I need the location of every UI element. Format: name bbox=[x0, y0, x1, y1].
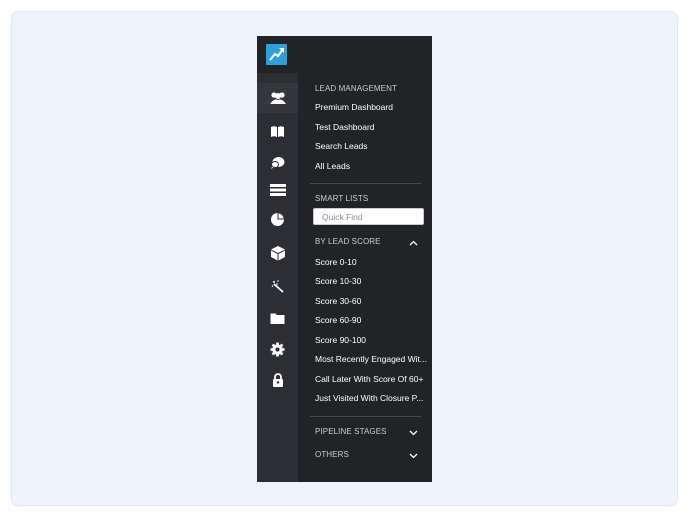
book-icon bbox=[271, 125, 284, 137]
list-item-score-0-10[interactable]: Score 0-10 bbox=[315, 257, 357, 267]
trend-arrow-icon bbox=[269, 48, 284, 61]
cube-icon bbox=[270, 246, 285, 261]
chat-icon bbox=[271, 157, 285, 169]
chevron-down-icon bbox=[409, 453, 418, 459]
lock-icon bbox=[272, 373, 283, 387]
rail-users[interactable] bbox=[257, 83, 298, 113]
list-item-score-30-60[interactable]: Score 30-60 bbox=[315, 296, 361, 306]
list-item-most-recently-engaged[interactable]: Most Recently Engaged Wit... bbox=[315, 354, 427, 364]
rail-book[interactable] bbox=[257, 116, 298, 146]
nav-item-test-dashboard[interactable]: Test Dashboard bbox=[315, 122, 375, 132]
app-sidebar: LEAD MANAGEMENT Premium Dashboard Test D… bbox=[257, 36, 432, 482]
others-toggle[interactable]: OTHERS bbox=[298, 447, 432, 465]
section-title-lead-management: LEAD MANAGEMENT bbox=[315, 84, 397, 93]
rail-list[interactable] bbox=[257, 175, 298, 205]
app-logo[interactable] bbox=[266, 44, 287, 65]
rail-folder[interactable] bbox=[257, 303, 298, 333]
list-item-score-90-100[interactable]: Score 90-100 bbox=[315, 335, 366, 345]
list-icon bbox=[269, 184, 286, 196]
rail-cube[interactable] bbox=[257, 238, 298, 268]
rail-lock[interactable] bbox=[257, 365, 298, 395]
section-title-smart-lists: SMART LISTS bbox=[315, 194, 369, 203]
list-item-call-later[interactable]: Call Later With Score Of 60+ bbox=[315, 374, 423, 384]
nav-panel: LEAD MANAGEMENT Premium Dashboard Test D… bbox=[298, 36, 432, 482]
folder-icon bbox=[270, 313, 285, 324]
quick-find-input[interactable] bbox=[313, 208, 424, 225]
rail-magic-wand[interactable] bbox=[257, 271, 298, 301]
list-item-just-visited[interactable]: Just Visited With Closure P... bbox=[315, 393, 423, 403]
users-icon bbox=[269, 92, 286, 104]
chevron-down-icon bbox=[409, 430, 418, 436]
rail-pie-chart[interactable] bbox=[257, 204, 298, 234]
group-title-others: OTHERS bbox=[315, 450, 349, 459]
rail-settings[interactable] bbox=[257, 334, 298, 364]
magic-wand-icon bbox=[271, 280, 284, 293]
pipeline-stages-toggle[interactable]: PIPELINE STAGES bbox=[298, 424, 432, 442]
by-lead-score-toggle[interactable]: BY LEAD SCORE bbox=[298, 234, 432, 252]
list-item-score-60-90[interactable]: Score 60-90 bbox=[315, 315, 361, 325]
gear-icon bbox=[270, 341, 285, 357]
nav-item-premium-dashboard[interactable]: Premium Dashboard bbox=[315, 102, 393, 112]
rail-chat[interactable] bbox=[257, 148, 298, 178]
list-item-score-10-30[interactable]: Score 10-30 bbox=[315, 276, 361, 286]
chevron-up-icon bbox=[409, 240, 418, 246]
pie-chart-icon bbox=[271, 212, 284, 226]
section-divider bbox=[310, 416, 421, 417]
group-title-pipeline-stages: PIPELINE STAGES bbox=[315, 427, 387, 436]
section-divider bbox=[310, 183, 421, 184]
group-title-by-lead-score: BY LEAD SCORE bbox=[315, 237, 381, 246]
icon-rail bbox=[257, 36, 298, 482]
nav-item-search-leads[interactable]: Search Leads bbox=[315, 141, 367, 151]
nav-item-all-leads[interactable]: All Leads bbox=[315, 161, 350, 171]
logo-area bbox=[257, 36, 298, 73]
